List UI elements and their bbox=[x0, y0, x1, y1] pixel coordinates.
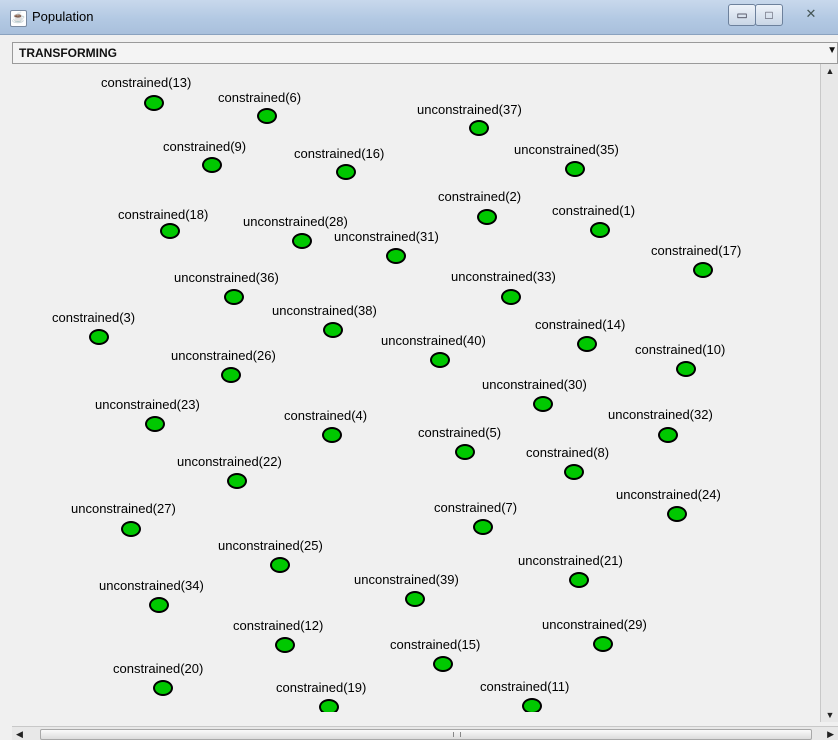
node-label: constrained(5) bbox=[418, 425, 502, 440]
node-label: constrained(2) bbox=[438, 189, 522, 204]
vertical-scrollbar[interactable]: ▲ ▼ bbox=[820, 64, 838, 722]
node-dot[interactable] bbox=[658, 427, 678, 443]
node-dot[interactable] bbox=[569, 572, 589, 588]
node-dot[interactable] bbox=[275, 637, 295, 653]
node-label: unconstrained(38) bbox=[272, 303, 377, 318]
node-label: constrained(15) bbox=[390, 637, 481, 652]
node-dot[interactable] bbox=[221, 367, 241, 383]
node-dot[interactable] bbox=[149, 597, 169, 613]
node-dot[interactable] bbox=[270, 557, 290, 573]
node-label: unconstrained(36) bbox=[174, 270, 279, 285]
node-label: constrained(20) bbox=[113, 661, 204, 676]
close-button[interactable]: ✕ bbox=[790, 4, 832, 24]
chevron-down-icon[interactable]: ▼ bbox=[827, 45, 837, 56]
minimize-button[interactable]: ▭ bbox=[728, 4, 756, 26]
node-label: constrained(7) bbox=[434, 500, 518, 515]
node-label: constrained(19) bbox=[276, 680, 367, 695]
node-label: constrained(18) bbox=[118, 207, 209, 222]
node-dot[interactable] bbox=[386, 248, 406, 264]
node-dot[interactable] bbox=[693, 262, 713, 278]
node-dot[interactable] bbox=[323, 322, 343, 338]
node-dot[interactable] bbox=[89, 329, 109, 345]
horizontal-scrollbar[interactable]: ◀ ▶ bbox=[12, 726, 838, 740]
node-dot[interactable] bbox=[593, 636, 613, 652]
node-label: constrained(12) bbox=[233, 618, 324, 633]
node-label: unconstrained(40) bbox=[381, 333, 486, 348]
node-label: unconstrained(24) bbox=[616, 487, 721, 502]
node-dot[interactable] bbox=[433, 656, 453, 672]
node-label: unconstrained(39) bbox=[354, 572, 459, 587]
maximize-button[interactable]: □ bbox=[755, 4, 783, 26]
state-dropdown[interactable]: TRANSFORMING ▼ bbox=[12, 42, 838, 64]
node-label: unconstrained(34) bbox=[99, 578, 204, 593]
node-label: unconstrained(27) bbox=[71, 501, 176, 516]
node-dot[interactable] bbox=[676, 361, 696, 377]
node-dot[interactable] bbox=[405, 591, 425, 607]
node-label: constrained(1) bbox=[552, 203, 636, 218]
node-label: unconstrained(33) bbox=[451, 269, 556, 284]
node-dot[interactable] bbox=[257, 108, 277, 124]
node-label: unconstrained(30) bbox=[482, 377, 587, 392]
java-app-icon: ☕ bbox=[10, 10, 27, 27]
window-title: Population bbox=[32, 9, 94, 24]
node-dot[interactable] bbox=[145, 416, 165, 432]
node-dot[interactable] bbox=[121, 521, 141, 537]
node-dot[interactable] bbox=[319, 699, 339, 712]
node-label: constrained(13) bbox=[101, 75, 192, 90]
node-dot[interactable] bbox=[336, 164, 356, 180]
node-dot[interactable] bbox=[455, 444, 475, 460]
node-dot[interactable] bbox=[202, 157, 222, 173]
node-dot[interactable] bbox=[564, 464, 584, 480]
node-dot[interactable] bbox=[565, 161, 585, 177]
node-label: constrained(3) bbox=[52, 310, 136, 325]
node-label: constrained(16) bbox=[294, 146, 385, 161]
scroll-down-arrow-icon[interactable]: ▼ bbox=[821, 708, 838, 722]
scroll-right-arrow-icon[interactable]: ▶ bbox=[827, 727, 834, 740]
node-dot[interactable] bbox=[477, 209, 497, 225]
node-dot[interactable] bbox=[224, 289, 244, 305]
node-dot[interactable] bbox=[322, 427, 342, 443]
node-dot[interactable] bbox=[430, 352, 450, 368]
node-label: unconstrained(37) bbox=[417, 102, 522, 117]
node-label: unconstrained(31) bbox=[334, 229, 439, 244]
node-label: constrained(10) bbox=[635, 342, 726, 357]
node-label: constrained(11) bbox=[480, 679, 570, 694]
title-bar[interactable]: ☕ Population ▭ □ ✕ bbox=[0, 0, 838, 35]
node-dot[interactable] bbox=[227, 473, 247, 489]
node-dot[interactable] bbox=[667, 506, 687, 522]
node-label: unconstrained(32) bbox=[608, 407, 713, 422]
node-label: unconstrained(26) bbox=[171, 348, 276, 363]
node-dot[interactable] bbox=[590, 222, 610, 238]
node-label: constrained(9) bbox=[163, 139, 247, 154]
scroll-left-arrow-icon[interactable]: ◀ bbox=[16, 727, 23, 740]
scroll-grip-icon bbox=[453, 732, 461, 737]
node-label: unconstrained(21) bbox=[518, 553, 623, 568]
node-label: unconstrained(25) bbox=[218, 538, 323, 553]
node-dot[interactable] bbox=[533, 396, 553, 412]
node-label: unconstrained(35) bbox=[514, 142, 619, 157]
node-dot[interactable] bbox=[469, 120, 489, 136]
state-label: TRANSFORMING bbox=[19, 46, 117, 60]
node-label: constrained(6) bbox=[218, 90, 302, 105]
population-window: ☕ Population ▭ □ ✕ TRANSFORMING ▼ constr… bbox=[0, 0, 838, 740]
node-label: unconstrained(23) bbox=[95, 397, 200, 412]
node-label: constrained(4) bbox=[284, 408, 368, 423]
node-label: unconstrained(22) bbox=[177, 454, 282, 469]
node-label: constrained(17) bbox=[651, 243, 742, 258]
node-dot[interactable] bbox=[577, 336, 597, 352]
node-dot[interactable] bbox=[153, 680, 173, 696]
node-dot[interactable] bbox=[501, 289, 521, 305]
node-dot[interactable] bbox=[160, 223, 180, 239]
node-label: unconstrained(29) bbox=[542, 617, 647, 632]
node-label: unconstrained(28) bbox=[243, 214, 348, 229]
node-label: constrained(8) bbox=[526, 445, 610, 460]
population-canvas[interactable]: constrained(13) constrained(6) unconstrain… bbox=[12, 64, 820, 712]
horizontal-scroll-thumb[interactable] bbox=[40, 729, 812, 740]
node-dot[interactable] bbox=[473, 519, 493, 535]
node-dot[interactable] bbox=[292, 233, 312, 249]
node-dot[interactable] bbox=[144, 95, 164, 111]
node-dot[interactable] bbox=[522, 698, 542, 712]
scroll-up-arrow-icon[interactable]: ▲ bbox=[821, 64, 838, 78]
node-label: constrained(14) bbox=[535, 317, 626, 332]
